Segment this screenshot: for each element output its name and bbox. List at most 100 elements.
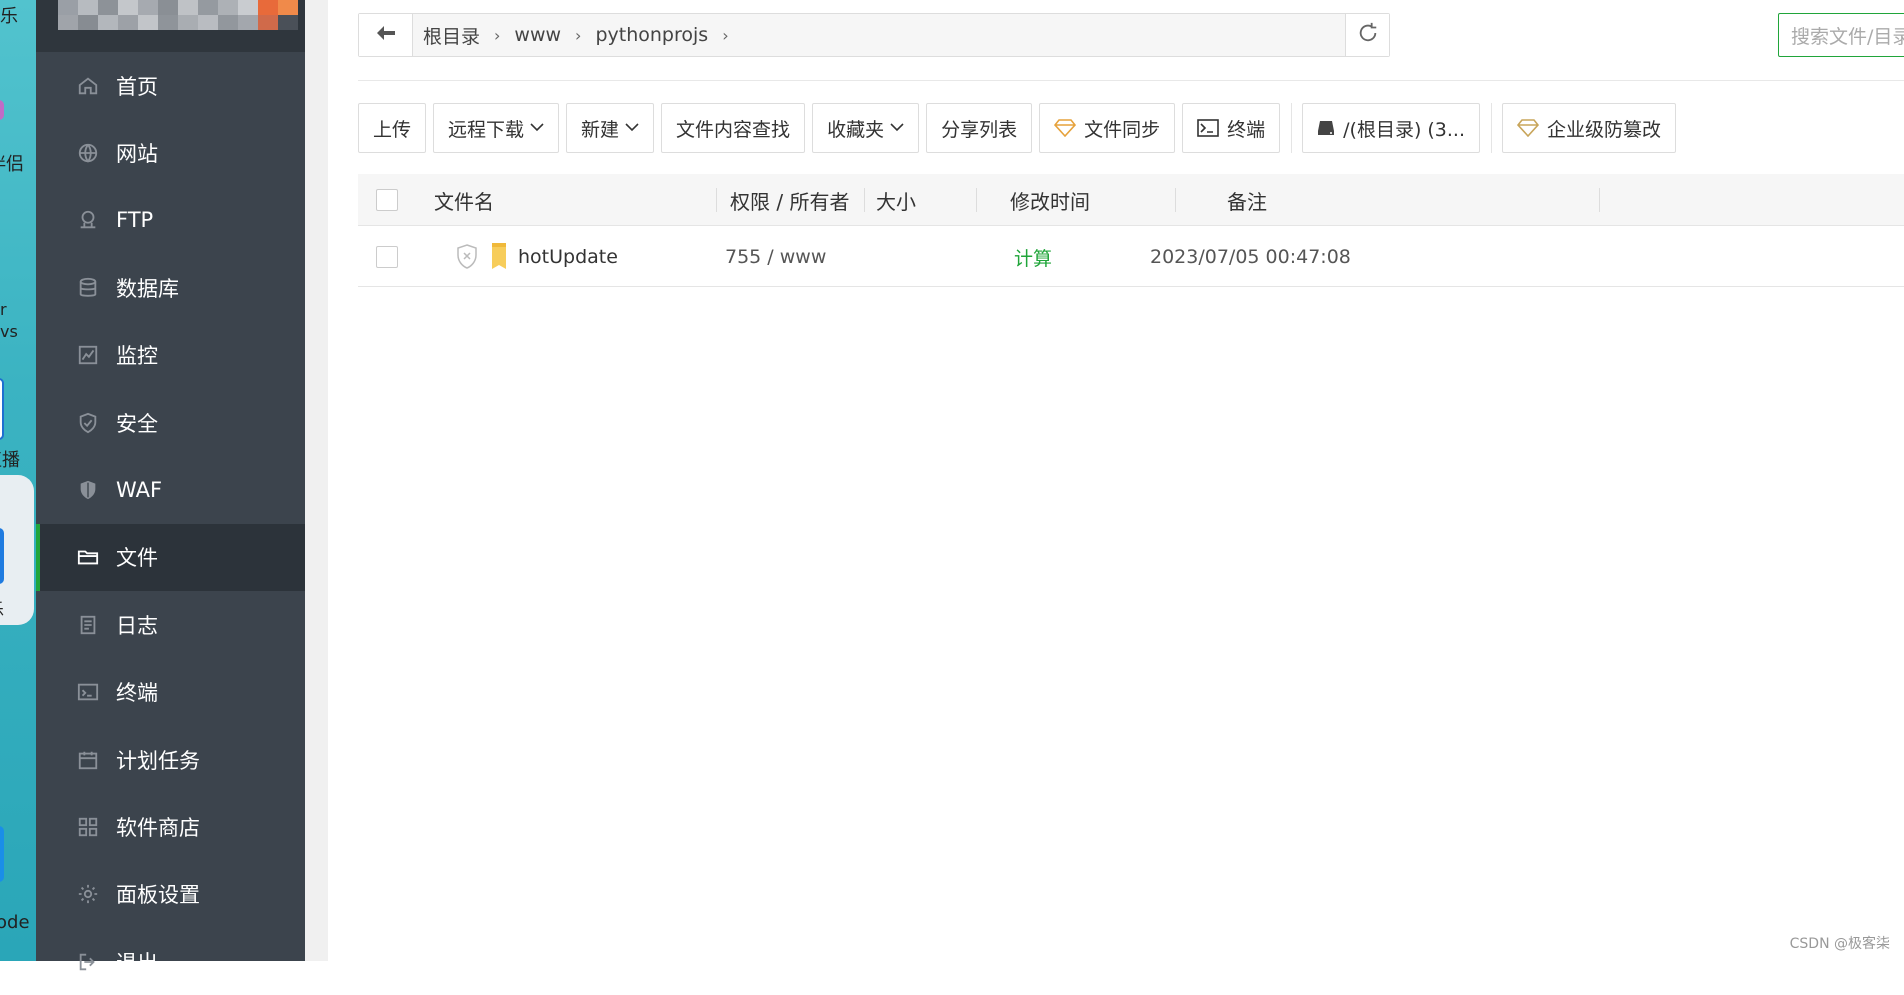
column-header-name[interactable]: 文件名 [434,174,717,226]
sidebar-item-label: 首页 [116,74,158,99]
sidebar-item-cron[interactable]: 计划任务 [36,726,305,793]
chevron-right-icon: › [494,25,501,45]
terminal-icon [76,680,100,704]
desktop-fragment: ode [0,912,30,933]
header-label: 大小 [876,189,916,214]
sidebar-item-label: 计划任务 [116,748,200,773]
header-label: 修改时间 [1010,189,1090,214]
diamond-icon [1054,119,1077,137]
sidebar-item-label: 软件商店 [116,815,200,840]
waf-shield-icon [76,478,100,502]
button-label: 收藏夹 [827,118,885,141]
sidebar-item-database[interactable]: 数据库 [36,254,305,321]
chevron-right-icon: › [722,25,729,45]
file-name[interactable]: hotUpdate [518,227,618,287]
desktop-icon [0,826,4,882]
checkbox[interactable] [376,246,398,268]
desktop-fragment: 伴侣 [0,154,24,175]
back-button[interactable] [359,14,413,56]
divider [358,80,1904,81]
column-header-size[interactable]: 大小 [876,174,977,226]
permissions-label: 755 / www [725,246,827,268]
sidebar-item-files[interactable]: 文件 [36,523,305,592]
file-sync-button[interactable]: 文件同步 [1039,103,1176,153]
terminal-icon [1197,119,1219,137]
sidebar-item-monitor[interactable]: 监控 [36,322,305,389]
sidebar-item-website[interactable]: 网站 [36,119,305,186]
sidebar-item-label: 安全 [116,411,158,436]
breadcrumb-item[interactable]: pythonprojs › [595,24,728,46]
monitor-icon [76,343,100,367]
disk-button[interactable]: /(根目录) (3... [1302,103,1481,153]
calc-size-link[interactable]: 计算 [1014,227,1052,287]
sidebar-item-logs[interactable]: 日志 [36,591,305,658]
button-label: 远程下载 [448,118,525,141]
favorites-button[interactable]: 收藏夹 [812,103,920,153]
sidebar-item-label: 监控 [116,344,158,369]
search-input[interactable]: 搜索文件/目录 [1778,13,1904,57]
checkbox[interactable] [376,189,398,211]
header-label: 文件名 [434,189,494,214]
sidebar-item-store[interactable]: 软件商店 [36,793,305,860]
column-header-note[interactable]: 备注 [1227,174,1600,226]
table-row[interactable]: hotUpdate 755 / www 计算 2023/07/05 00:47:… [358,227,1904,287]
breadcrumb-item[interactable]: www › [514,24,581,46]
refresh-button[interactable] [1345,14,1389,56]
sidebar-item-waf[interactable]: WAF [36,456,305,523]
size-label: 计算 [1014,247,1053,270]
upload-button[interactable]: 上传 [358,103,427,153]
sidebar-item-home[interactable]: 首页 [36,52,305,119]
table-header: 文件名 权限 / 所有者 大小 修改时间 备注 [358,174,1904,226]
path-bar: 根目录 › www › pythonprojs › [358,13,1390,57]
desktop-fragment: r [0,300,7,319]
sidebar-header [36,0,305,52]
sidebar-menu: 首页 网站 FTP 数据库 监控 安全 WAF 文件 日志 终端 计划任务 软件… [36,52,305,995]
button-label: 文件内容查找 [676,118,791,141]
toolbar-divider [1291,103,1293,153]
sidebar: 首页 网站 FTP 数据库 监控 安全 WAF 文件 日志 终端 计划任务 软件… [36,0,305,975]
file-permissions[interactable]: 755 / www [725,227,826,287]
new-button[interactable]: 新建 [566,103,655,153]
folder-icon [488,227,510,287]
breadcrumb[interactable]: 根目录 › www › pythonprojs › [413,14,1345,56]
remote-download-button[interactable]: 远程下载 [433,103,560,153]
share-list-button[interactable]: 分享列表 [926,103,1033,153]
sidebar-item-label: 退出 [116,950,158,975]
chevron-right-icon: › [575,25,582,45]
breadcrumb-label: www [514,24,562,46]
header-label: 备注 [1227,189,1267,214]
sidebar-item-label: 终端 [116,681,158,706]
logout-icon [76,950,100,974]
desktop-fragment: 乐 [0,596,4,620]
row-checkbox[interactable] [376,227,398,287]
disk-icon [1317,120,1335,136]
button-label: 上传 [373,118,412,141]
sidebar-item-label: 网站 [116,142,158,167]
sidebar-item-ftp[interactable]: FTP [36,187,305,254]
mtime-label: 2023/07/05 00:47:08 [1150,246,1351,268]
database-icon [76,276,100,300]
tamper-proof-button[interactable]: 企业级防篡改 [1502,103,1677,153]
column-header-permissions[interactable]: 权限 / 所有者 [730,174,865,226]
sidebar-item-label: 数据库 [116,276,179,301]
file-name-label: hotUpdate [518,246,618,268]
shield-x-icon[interactable] [456,227,478,287]
gear-icon [76,882,100,906]
column-header-mtime[interactable]: 修改时间 [1010,174,1176,226]
desktop-icon [0,528,4,584]
sidebar-item-logout[interactable]: 退出 [36,928,305,995]
select-all-checkbox[interactable] [376,174,398,226]
toolbar: 上传 远程下载 新建 文件内容查找 收藏夹 分享列表 文件同步 终端 /(根目录… [358,103,1683,153]
sidebar-item-settings[interactable]: 面板设置 [36,861,305,928]
breadcrumb-label: pythonprojs [595,24,709,46]
sidebar-item-label: 文件 [116,546,158,571]
button-label: 企业级防篡改 [1547,118,1662,141]
terminal-button[interactable]: 终端 [1182,103,1281,153]
desktop-background: 乐 伴侣 r vs 直播 乐 ode [0,0,36,961]
sidebar-item-terminal[interactable]: 终端 [36,659,305,726]
blurred-logo [58,0,298,30]
sidebar-item-security[interactable]: 安全 [36,389,305,456]
button-label: 新建 [581,118,620,141]
breadcrumb-item[interactable]: 根目录 › [423,22,500,49]
content-search-button[interactable]: 文件内容查找 [661,103,806,153]
